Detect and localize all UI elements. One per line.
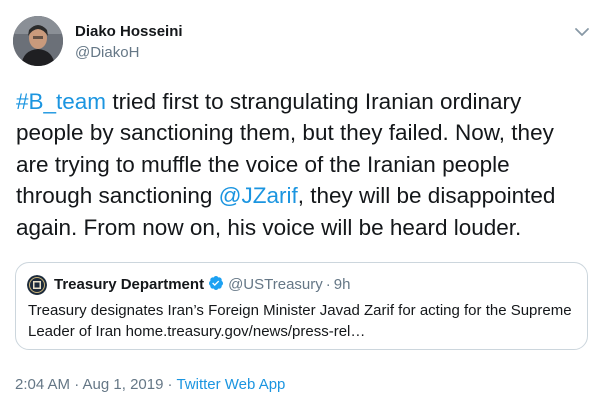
- author-handle[interactable]: @DiakoH: [75, 44, 139, 61]
- quoted-tweet-text: Treasury designates Iran’s Foreign Minis…: [28, 302, 572, 340]
- verified-badge-icon: [208, 275, 224, 291]
- author-avatar[interactable]: [13, 16, 63, 66]
- tweet-text: #B_team tried first to strangulating Ira…: [16, 86, 596, 243]
- footer-separator: ·: [167, 376, 173, 393]
- avatar-photo: [13, 16, 63, 66]
- quoted-author-name[interactable]: Treasury Department: [54, 276, 204, 293]
- mention-link[interactable]: @JZarif: [219, 183, 298, 208]
- tweet-timestamp[interactable]: 2:04 AM · Aug 1, 2019: [15, 376, 163, 393]
- treasury-seal-icon: [27, 275, 47, 295]
- quoted-time[interactable]: 9h: [334, 276, 351, 293]
- tweet-footer: 2:04 AM · Aug 1, 2019 · Twitter Web App: [15, 376, 285, 393]
- author-name[interactable]: Diako Hosseini: [75, 23, 183, 40]
- source-app-link[interactable]: Twitter Web App: [176, 376, 285, 393]
- quoted-author-handle[interactable]: @USTreasury: [228, 276, 323, 293]
- hashtag-link[interactable]: #B_team: [16, 89, 106, 114]
- quoted-separator: ·: [325, 276, 331, 293]
- chevron-down-icon[interactable]: [572, 22, 592, 42]
- quoted-tweet-card[interactable]: Treasury Department @USTreasury · 9h Treasu…: [15, 262, 588, 350]
- quoted-tweet-header: Treasury Department @USTreasury · 9h: [54, 275, 350, 294]
